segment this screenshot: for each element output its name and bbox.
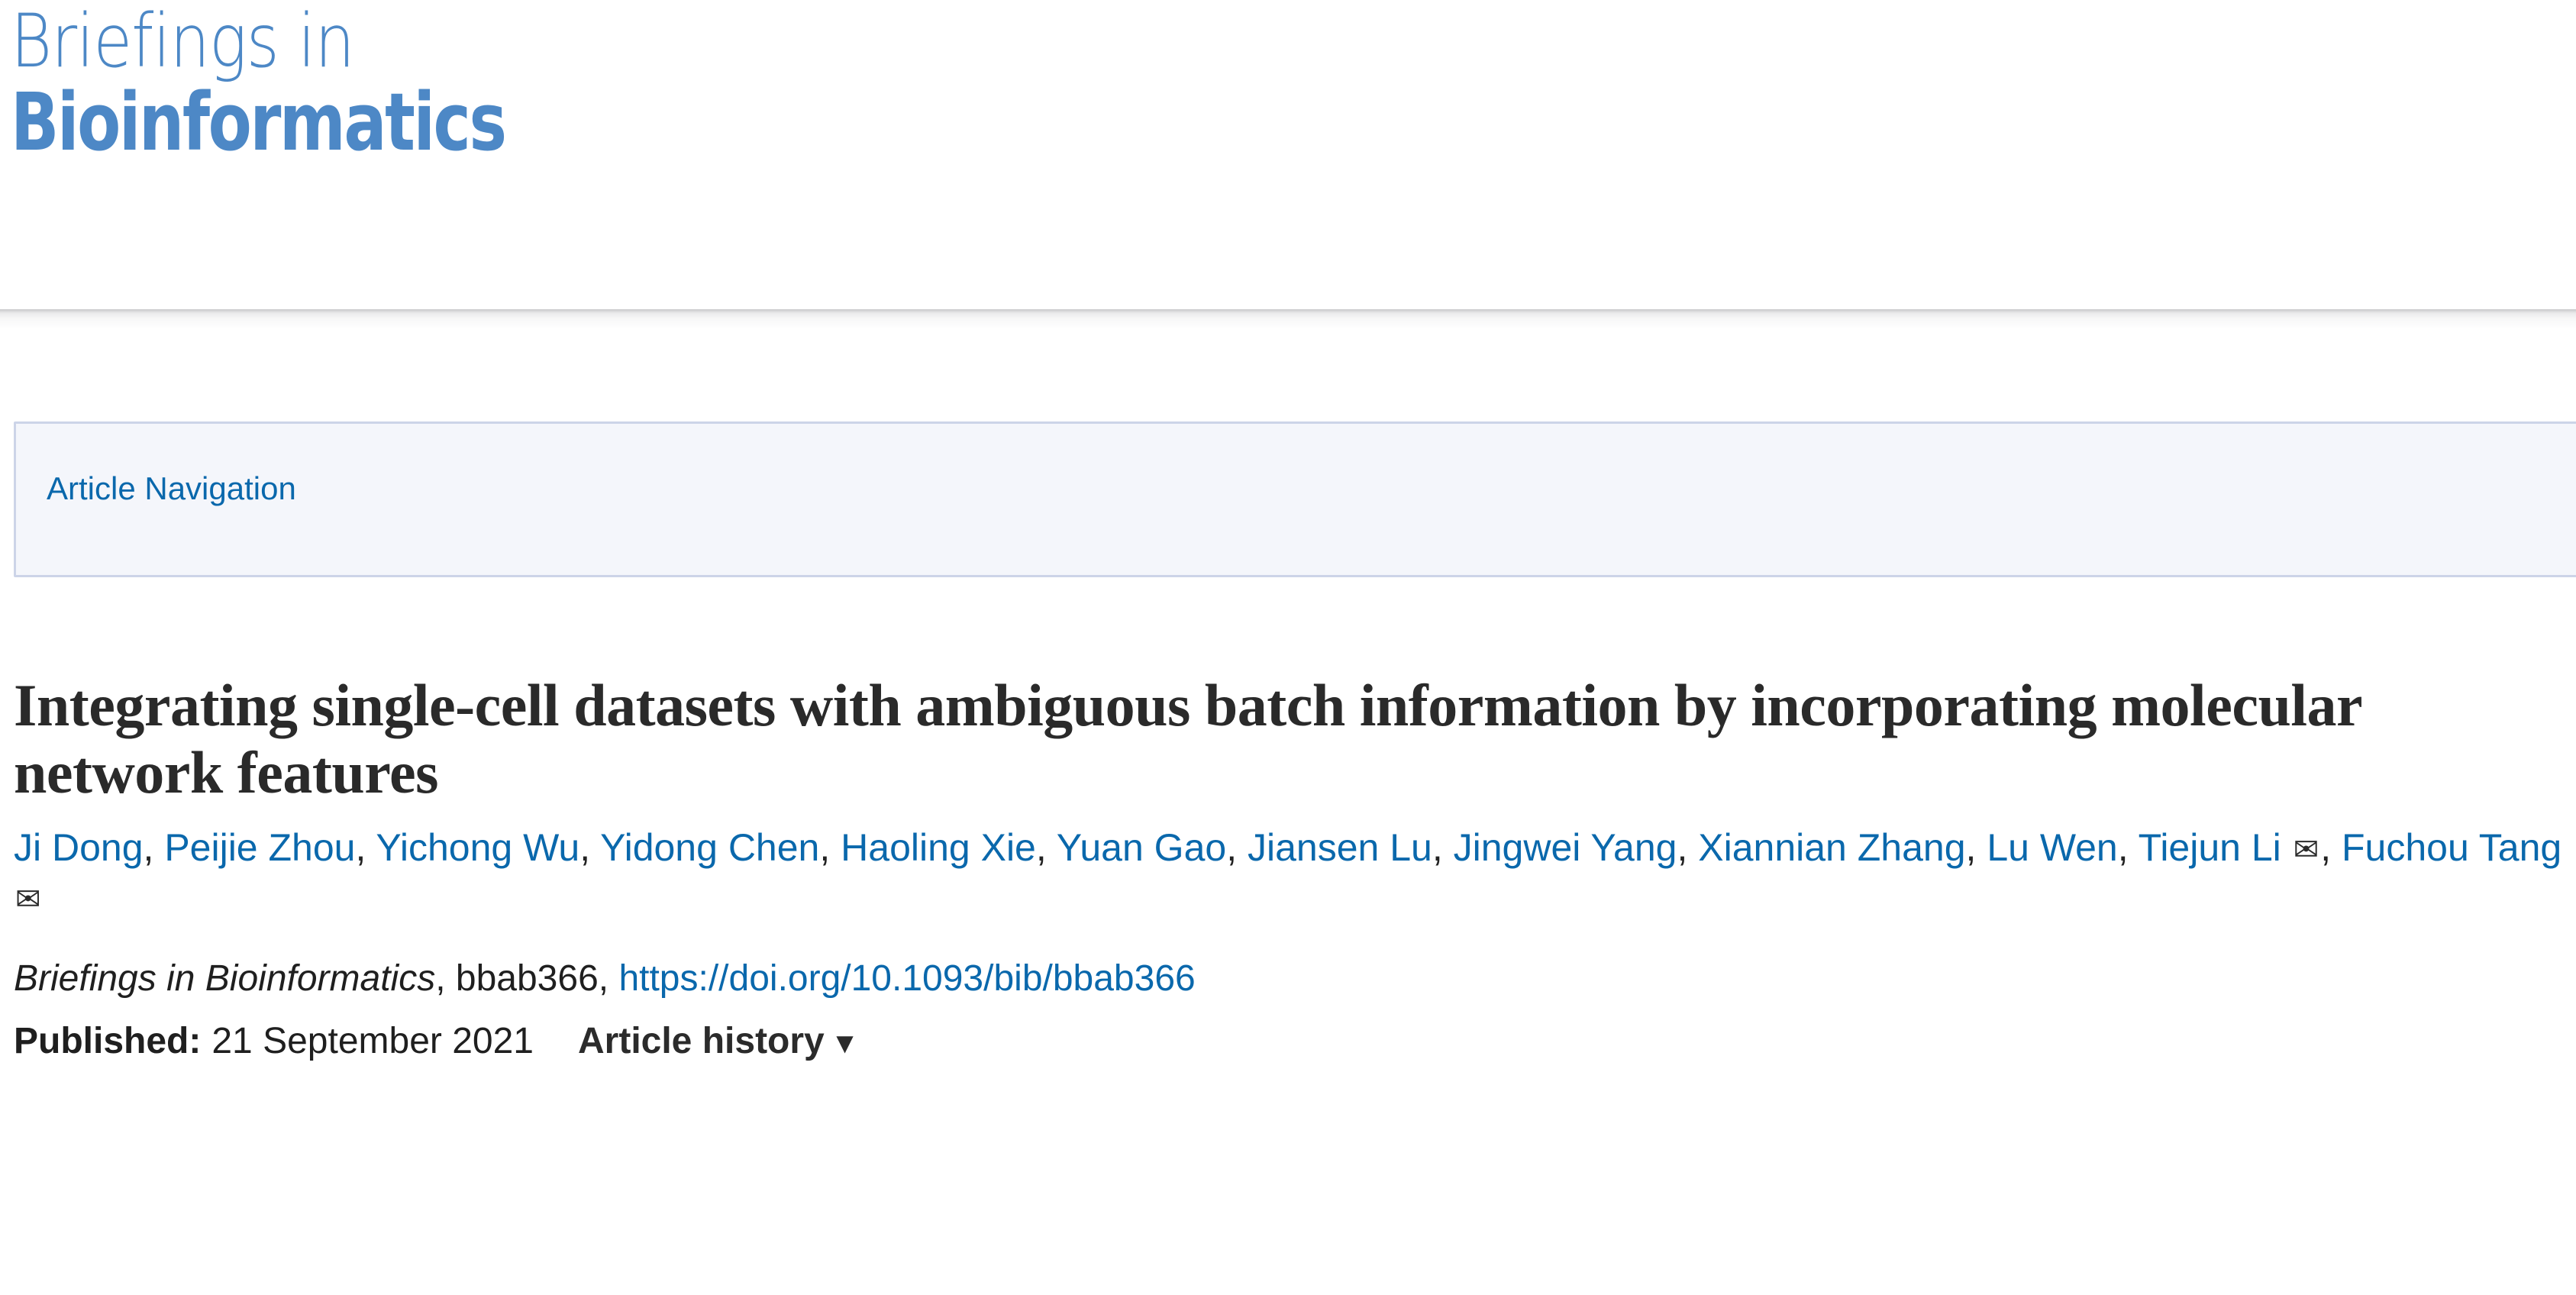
- citation-journal-name: Briefings in Bioinformatics: [14, 958, 436, 1000]
- published-label: Published:: [14, 1021, 202, 1062]
- author-link[interactable]: Xiannian Zhang: [1698, 826, 1965, 869]
- article-history-toggle[interactable]: Article history ▼: [578, 1021, 859, 1061]
- masthead-divider-shadow: [0, 309, 2576, 329]
- author-link[interactable]: Fuchou Tang: [2342, 826, 2561, 869]
- published-date: 21 September 2021: [211, 1021, 534, 1062]
- author-separator: ,: [579, 826, 601, 870]
- author-separator: ,: [1965, 826, 1987, 870]
- author-list: Ji Dong, Peijie Zhou, Yichong Wu, Yidong…: [14, 806, 2564, 922]
- author-separator: ,: [819, 826, 841, 870]
- author-link[interactable]: Haoling Xie: [841, 826, 1036, 869]
- author-separator: ,: [1035, 826, 1057, 870]
- author-link[interactable]: Lu Wen: [1987, 826, 2117, 869]
- author-separator: ,: [2117, 826, 2139, 870]
- citation-article-id: bbab366: [455, 958, 599, 1000]
- author-link[interactable]: Yuan Gao: [1057, 826, 1226, 869]
- author-separator: ,: [143, 826, 165, 870]
- author-separator: ,: [1432, 826, 1454, 870]
- article-navigation-bar[interactable]: Article Navigation: [14, 421, 2576, 577]
- article-history-label: Article history: [577, 1021, 825, 1062]
- author-link[interactable]: Yichong Wu: [376, 826, 579, 869]
- chevron-down-icon: ▼: [830, 1028, 860, 1061]
- author-link[interactable]: Peijie Zhou: [164, 826, 355, 869]
- doi-link[interactable]: https://doi.org/10.1093/bib/bbab366: [618, 958, 1195, 999]
- author-separator: ,: [355, 826, 376, 870]
- author-link[interactable]: Ji Dong: [14, 826, 144, 869]
- journal-logo[interactable]: Briefings in Bioinformatics: [11, 0, 629, 162]
- author-separator: ,: [1226, 826, 1248, 870]
- article-navigation-link[interactable]: Article Navigation: [47, 470, 296, 507]
- publication-info-row: Published: 21 September 2021 Article histo…: [14, 1002, 2564, 1064]
- corresponding-author-envelope-icon[interactable]: ✉: [14, 884, 43, 915]
- citation-line: Briefings in Bioinformatics, bbab366, ht…: [14, 922, 2564, 1002]
- journal-logo-line-briefings-in: Briefings in: [11, 0, 355, 84]
- author-separator: ,: [1677, 826, 1699, 870]
- site-masthead: Briefings in Bioinformatics: [0, 0, 2576, 329]
- article-header: Integrating single-cell datasets with am…: [14, 672, 2564, 1064]
- author-separator: ,: [2320, 826, 2342, 870]
- author-link[interactable]: Tiejun Li: [2139, 826, 2281, 869]
- corresponding-author-envelope-icon[interactable]: ✉: [2292, 835, 2321, 865]
- citation-separator-1: ,: [435, 958, 456, 1000]
- author-link[interactable]: Jingwei Yang: [1454, 826, 1677, 869]
- citation-separator-2: ,: [598, 958, 619, 1000]
- author-link[interactable]: Jiansen Lu: [1248, 826, 1432, 869]
- journal-logo-line-bioinformatics: Bioinformatics: [11, 76, 507, 169]
- page-title: Integrating single-cell datasets with am…: [14, 672, 2361, 806]
- author-link[interactable]: Yidong Chen: [600, 826, 819, 869]
